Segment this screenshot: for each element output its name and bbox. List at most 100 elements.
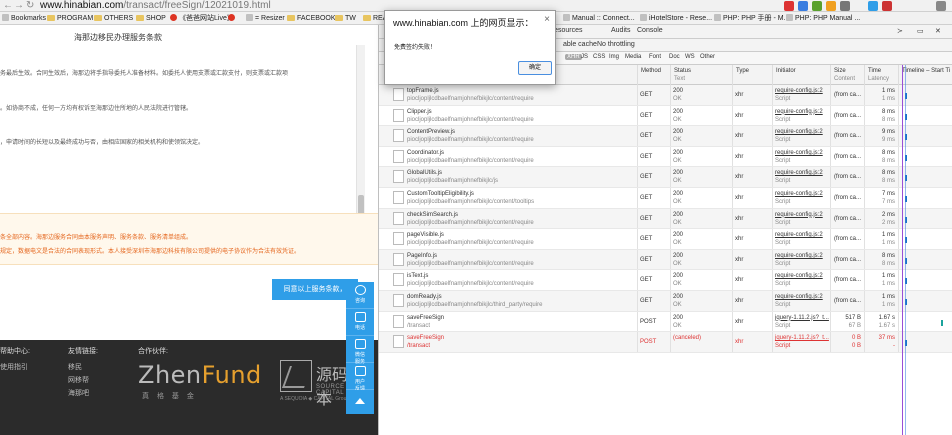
network-row[interactable]: topFrame.js piocljopljlcdbaelfnamjohnefbi… bbox=[379, 85, 952, 106]
network-row[interactable]: isText.js piocljopljlcdbaelfnamjohnefbikj… bbox=[379, 270, 952, 291]
footer-link[interactable]: 网移帮 bbox=[68, 375, 89, 385]
request-initiator[interactable]: jquery-1.11.2.js?_t... Script bbox=[772, 311, 830, 332]
bookmark-item[interactable] bbox=[228, 13, 237, 24]
request-initiator[interactable]: require-config.js:2 Script bbox=[772, 208, 830, 229]
request-name[interactable]: Coordinator.js piocljopljlcdbaelfnamjohne… bbox=[407, 149, 534, 165]
extension-icon[interactable] bbox=[882, 1, 892, 11]
request-name[interactable]: saveFreeSign/transact bbox=[407, 314, 444, 330]
terms-scrollbar[interactable] bbox=[356, 45, 365, 221]
filter-media[interactable]: Media bbox=[625, 54, 641, 60]
close-devtools-icon[interactable]: ✕ bbox=[935, 27, 941, 35]
phone-button[interactable]: 电话 bbox=[346, 309, 374, 336]
request-name[interactable]: PageInfo.js piocljopljlcdbaelfnamjohnefbi… bbox=[407, 252, 534, 268]
request-name[interactable]: ContentPreview.js piocljopljlcdbaelfnamjo… bbox=[407, 128, 534, 144]
request-name[interactable]: CustomTooltipEligibility.js piocljopljlcd… bbox=[407, 190, 534, 206]
request-initiator[interactable]: require-config.js:2 Script bbox=[772, 270, 830, 290]
footer-link[interactable]: 海那吧 bbox=[68, 388, 89, 398]
filter-ws[interactable]: WS bbox=[685, 54, 695, 60]
request-name[interactable]: GlobalUtils.js piocljopljlcdbaelfnamjohne… bbox=[407, 169, 498, 185]
back-to-top-icon[interactable] bbox=[346, 390, 374, 414]
request-name[interactable]: pageVisible.js piocljopljlcdbaelfnamjohne… bbox=[407, 231, 534, 247]
request-initiator[interactable]: require-config.js:2 Script bbox=[772, 249, 830, 270]
bookmark-folder[interactable]: OTHERS bbox=[94, 13, 133, 24]
request-name[interactable]: Clipper.js piocljopljlcdbaelfnamjohnefbik… bbox=[407, 108, 534, 124]
ok-button[interactable]: 确定 bbox=[518, 61, 552, 75]
bookmark-folder[interactable]: PROGRAM bbox=[47, 13, 93, 24]
extension-icon[interactable] bbox=[826, 1, 836, 11]
request-name[interactable]: isText.js piocljopljlcdbaelfnamjohnefbikj… bbox=[407, 272, 534, 288]
request-initiator[interactable]: require-config.js:2 Script bbox=[772, 85, 830, 105]
filter-font[interactable]: Font bbox=[649, 54, 661, 60]
menu-icon[interactable] bbox=[936, 1, 946, 11]
bookmark-item[interactable]: Manual :: Connect... bbox=[563, 13, 635, 24]
request-name[interactable]: checkSimSearch.js piocljopljlcdbaelfnamjo… bbox=[407, 211, 534, 227]
bookmark-item[interactable]: PHP: PHP Manual ... bbox=[786, 13, 860, 24]
url-field[interactable]: www.hinabian.com/transact/freeSign/12021… bbox=[40, 0, 271, 12]
bookmark-bookmarks[interactable]: Bookmarks bbox=[2, 13, 46, 24]
bookmark-item[interactable]: iHotelStore - Rese... bbox=[640, 13, 712, 24]
network-row[interactable]: checkSimSearch.js piocljopljlcdbaelfnamjo… bbox=[379, 208, 952, 230]
source-code-logo-icon[interactable] bbox=[280, 360, 312, 392]
column-size[interactable]: Size Content bbox=[830, 65, 864, 85]
bookmark-item[interactable]: = Resizer bbox=[246, 13, 285, 24]
filter-js[interactable]: JS bbox=[581, 54, 588, 60]
filter-img[interactable]: Img bbox=[609, 54, 619, 60]
request-initiator[interactable]: require-config.js:2 Script bbox=[772, 291, 830, 311]
request-name[interactable]: topFrame.js piocljopljlcdbaelfnamjohnefbi… bbox=[407, 87, 534, 103]
bookmark-folder[interactable]: SHOP bbox=[136, 13, 166, 24]
console-drawer-icon[interactable]: ≻ bbox=[897, 27, 903, 35]
footer-link[interactable]: 使用指引 bbox=[0, 362, 28, 372]
network-row[interactable]: domReady.js piocljopljlcdbaelfnamjohnefbi… bbox=[379, 291, 952, 312]
tab-audits[interactable]: Audits bbox=[611, 27, 630, 34]
dock-icon[interactable]: ▭ bbox=[917, 27, 924, 35]
network-row[interactable]: Coordinator.js piocljopljlcdbaelfnamjohne… bbox=[379, 146, 952, 168]
column-time[interactable]: Time Latency bbox=[864, 65, 898, 85]
reload-icon[interactable]: ↻ bbox=[26, 0, 34, 12]
request-initiator[interactable]: require-config.js:2 Script bbox=[772, 126, 830, 146]
network-row[interactable]: saveFreeSign/transact POST 200 OK xhr jquery-… bbox=[379, 311, 952, 333]
column-timeline[interactable]: Timeline – Start Ti bbox=[898, 65, 952, 85]
close-icon[interactable]: × bbox=[544, 14, 550, 25]
feedback-button[interactable]: 用户 反馈 bbox=[346, 363, 374, 392]
footer-link[interactable]: 移民 bbox=[68, 362, 82, 372]
network-row[interactable]: Clipper.js piocljopljlcdbaelfnamjohnefbik… bbox=[379, 105, 952, 127]
network-row[interactable]: saveFreeSign/transact POST (canceled) xhr jq… bbox=[379, 332, 952, 353]
column-initiator[interactable]: Initiator bbox=[772, 65, 830, 85]
consult-button[interactable]: 咨询 bbox=[346, 282, 374, 309]
column-method[interactable]: Method bbox=[637, 65, 672, 85]
network-row[interactable]: PageInfo.js piocljopljlcdbaelfnamjohnefbi… bbox=[379, 249, 952, 271]
request-name[interactable]: domReady.js piocljopljlcdbaelfnamjohnefbi… bbox=[407, 293, 542, 309]
disable-cache-checkbox[interactable]: able cache bbox=[563, 41, 597, 48]
bookmark-folder[interactable]: FACEBOOK bbox=[287, 13, 336, 24]
request-initiator[interactable]: require-config.js:2 Script bbox=[772, 146, 830, 167]
request-name[interactable]: saveFreeSign/transact bbox=[407, 334, 444, 350]
network-row[interactable]: GlobalUtils.js piocljopljlcdbaelfnamjohne… bbox=[379, 167, 952, 188]
back-icon[interactable]: ← bbox=[3, 0, 13, 12]
column-type[interactable]: Type bbox=[732, 65, 774, 85]
extension-icon[interactable] bbox=[798, 1, 808, 11]
filter-xhr[interactable]: XHR bbox=[565, 54, 582, 60]
extension-icon[interactable] bbox=[840, 1, 850, 11]
forward-icon[interactable]: → bbox=[14, 0, 24, 12]
filter-other[interactable]: Other bbox=[700, 54, 715, 60]
extension-icon[interactable] bbox=[784, 1, 794, 11]
request-initiator[interactable]: require-config.js:2 Script bbox=[772, 229, 830, 249]
request-initiator[interactable]: jquery-1.11.2.js?_t... Script bbox=[772, 332, 830, 352]
filter-css[interactable]: CSS bbox=[593, 54, 605, 60]
filter-doc[interactable]: Doc bbox=[669, 54, 680, 60]
request-initiator[interactable]: require-config.js:2 Script bbox=[772, 167, 830, 187]
column-status[interactable]: Status Text bbox=[670, 65, 732, 85]
network-row[interactable]: CustomTooltipEligibility.js piocljopljlcd… bbox=[379, 188, 952, 209]
tab-console[interactable]: Console bbox=[637, 27, 663, 34]
bookmark-item[interactable]: PHP: PHP 手册 - M... bbox=[714, 13, 789, 24]
network-row[interactable]: pageVisible.js piocljopljlcdbaelfnamjohne… bbox=[379, 229, 952, 250]
request-initiator[interactable]: require-config.js:2 Script bbox=[772, 188, 830, 208]
network-row[interactable]: ContentPreview.js piocljopljlcdbaelfnamjo… bbox=[379, 126, 952, 147]
extension-icon[interactable] bbox=[868, 1, 878, 11]
throttling-select[interactable]: No throttling bbox=[597, 41, 635, 48]
bookmark-item[interactable]: 《爸爸网站Live》 bbox=[170, 13, 234, 24]
bookmark-folder[interactable]: TW bbox=[335, 13, 356, 24]
wechat-button[interactable]: 微信 服务 bbox=[346, 336, 374, 365]
zhenfund-logo[interactable]: ZhenFund bbox=[138, 361, 262, 389]
extension-icon[interactable] bbox=[812, 1, 822, 11]
